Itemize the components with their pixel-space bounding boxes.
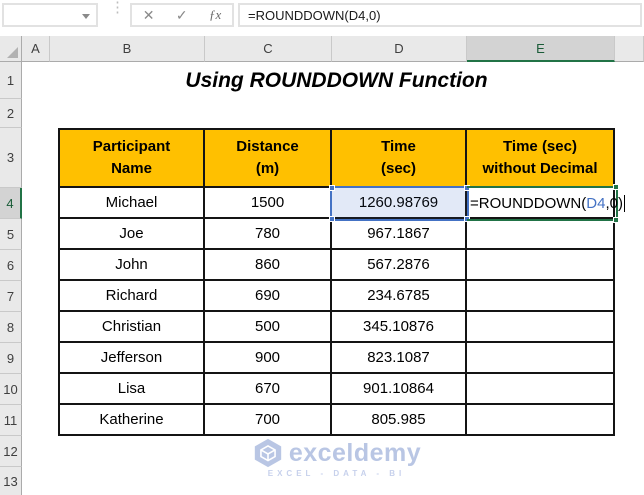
cell-name[interactable]: Christian (60, 312, 205, 343)
row-header-9[interactable]: 9 (0, 343, 22, 374)
cell-distance[interactable]: 500 (205, 312, 332, 343)
cell-time[interactable]: 345.10876 (332, 312, 467, 343)
cell-name[interactable]: John (60, 250, 205, 281)
cell-result[interactable] (467, 343, 615, 374)
row-header-2[interactable]: 2 (0, 99, 22, 128)
watermark-brand: exceldemy (288, 438, 422, 467)
fill-handle[interactable] (613, 217, 619, 223)
selection-handle (613, 184, 619, 190)
header-distance[interactable]: Distance (m) (205, 130, 332, 188)
header-line: without Decimal (482, 160, 598, 177)
row-header-8[interactable]: 8 (0, 312, 22, 343)
header-time-without-decimal[interactable]: Time (sec) without Decimal (467, 130, 615, 188)
row-header-4[interactable]: 4 (0, 188, 22, 219)
insert-function-icon[interactable]: ƒx (209, 7, 221, 23)
column-header-b[interactable]: B (50, 36, 205, 62)
formula-reference: D4 (586, 195, 606, 212)
watermark-tagline: EXCEL - DATA - BI (267, 469, 406, 478)
header-line: Name (111, 160, 152, 177)
column-header-f-partial[interactable] (615, 36, 644, 62)
column-header-c[interactable]: C (205, 36, 332, 62)
enter-icon[interactable]: ✓ (176, 8, 188, 22)
column-header-d[interactable]: D (332, 36, 467, 62)
column-header-a[interactable]: A (22, 36, 50, 62)
cell-result[interactable] (467, 219, 615, 250)
sheet-title[interactable]: Using ROUNDDOWN Function (58, 62, 615, 99)
reference-handle (329, 216, 335, 222)
cell-time[interactable]: 967.1867 (332, 219, 467, 250)
cell-distance[interactable]: 900 (205, 343, 332, 374)
cell-distance[interactable]: 1500 (205, 188, 332, 219)
header-line: Time (381, 138, 416, 156)
cell-time[interactable]: 567.2876 (332, 250, 467, 281)
cell-result[interactable] (467, 312, 615, 343)
cell-result[interactable] (467, 405, 615, 436)
formula-buttons: ✕ ✓ ƒx (130, 3, 234, 27)
row-header-5[interactable]: 5 (0, 219, 22, 250)
cell-name[interactable]: Lisa (60, 374, 205, 405)
active-cell-e4[interactable]: =ROUNDDOWN(D4,0) (467, 184, 625, 223)
excel-window: ⋮ ✕ ✓ ƒx =ROUNDDOWN(D4,0) A B C D E 1 2 … (0, 0, 644, 495)
cell-distance[interactable]: 700 (205, 405, 332, 436)
referenced-cell-outline-d4 (329, 185, 470, 222)
cell-result[interactable] (467, 250, 615, 281)
formula-bar: ⋮ ✕ ✓ ƒx =ROUNDDOWN(D4,0) (0, 0, 644, 32)
cell-distance[interactable]: 780 (205, 219, 332, 250)
cell-name[interactable]: Katherine (60, 405, 205, 436)
header-line: Time (sec) (503, 138, 577, 156)
cell-result[interactable] (467, 281, 615, 312)
cell-time[interactable]: 901.10864 (332, 374, 467, 405)
cell-time[interactable]: 234.6785 (332, 281, 467, 312)
watermark: exceldemy EXCEL - DATA - BI (58, 437, 615, 478)
header-line: Distance (236, 138, 299, 156)
header-line: (sec) (380, 160, 417, 177)
header-line: Participant (92, 138, 171, 156)
chevron-down-icon[interactable] (82, 14, 90, 19)
cancel-icon[interactable]: ✕ (143, 8, 155, 22)
formula-text: =ROUNDDOWN(D4,0) (248, 7, 381, 23)
exceldemy-logo-icon (254, 438, 281, 468)
cell-result[interactable] (467, 374, 615, 405)
cell-time[interactable]: 805.985 (332, 405, 467, 436)
row-header-3[interactable]: 3 (0, 128, 22, 188)
text-cursor (623, 195, 625, 212)
header-line: (m) (255, 160, 280, 177)
row-header-12[interactable]: 12 (0, 436, 22, 467)
cell-distance[interactable]: 860 (205, 250, 332, 281)
cell-formula-text: =ROUNDDOWN(D4,0) (470, 188, 625, 219)
row-header-11[interactable]: 11 (0, 405, 22, 436)
formula-prefix: =ROUNDDOWN( (470, 195, 587, 212)
cell-name[interactable]: Jefferson (60, 343, 205, 374)
select-all-button[interactable] (0, 36, 22, 62)
select-all-triangle-icon (7, 47, 18, 58)
cell-name[interactable]: Richard (60, 281, 205, 312)
drag-handle-dots-icon: ⋮ (110, 0, 125, 16)
header-participant-name[interactable]: Participant Name (60, 130, 205, 188)
reference-handle (329, 185, 335, 191)
column-header-e[interactable]: E (467, 36, 615, 62)
cell-distance[interactable]: 670 (205, 374, 332, 405)
formula-input[interactable]: =ROUNDDOWN(D4,0) (238, 3, 642, 27)
header-time[interactable]: Time (sec) (332, 130, 467, 188)
cell-name[interactable]: Michael (60, 188, 205, 219)
cell-distance[interactable]: 690 (205, 281, 332, 312)
row-header-13[interactable]: 13 (0, 467, 22, 495)
formula-suffix: ,0) (605, 195, 623, 212)
row-header-10[interactable]: 10 (0, 374, 22, 405)
row-header-6[interactable]: 6 (0, 250, 22, 281)
cell-time[interactable]: 823.1087 (332, 343, 467, 374)
row-header-1[interactable]: 1 (0, 62, 22, 99)
cell-name[interactable]: Joe (60, 219, 205, 250)
row-header-7[interactable]: 7 (0, 281, 22, 312)
name-box[interactable] (2, 3, 98, 27)
data-table: Participant Name Distance (m) Time (sec)… (58, 128, 615, 436)
